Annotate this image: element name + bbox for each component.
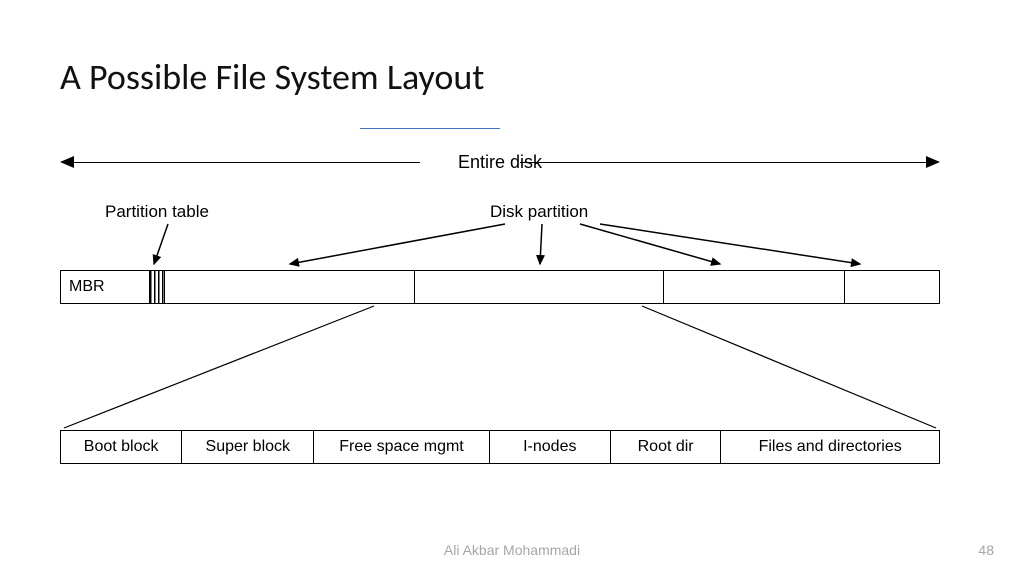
partition-table-cell: [150, 271, 165, 303]
boot-block-cell: Boot block: [61, 431, 182, 463]
callout-arrows: [60, 140, 940, 480]
partition-detail-bar: Boot block Super block Free space mgmt I…: [60, 430, 940, 464]
disk-bar: MBR: [60, 270, 940, 304]
footer-author: Ali Akbar Mohammadi: [0, 542, 1024, 558]
partition-3: [664, 271, 845, 303]
free-space-cell: Free space mgmt: [314, 431, 489, 463]
partition-1: [165, 271, 415, 303]
span-line-right: [520, 162, 930, 163]
files-dirs-cell: Files and directories: [721, 431, 939, 463]
super-block-cell: Super block: [182, 431, 314, 463]
arrow-right-icon: [926, 156, 940, 168]
inodes-cell: I-nodes: [490, 431, 611, 463]
slide-title: A Possible File System Layout: [60, 55, 484, 99]
filesystem-diagram: Entire disk Partition table Disk partiti…: [60, 140, 940, 480]
disk-partition-label: Disk partition: [490, 202, 588, 222]
root-dir-cell: Root dir: [611, 431, 721, 463]
mbr-cell: MBR: [61, 271, 150, 303]
footer-page-number: 48: [978, 542, 994, 558]
partition-4: [845, 271, 939, 303]
title-divider: [360, 128, 500, 129]
partition-table-label: Partition table: [105, 202, 209, 222]
partition-2: [415, 271, 665, 303]
